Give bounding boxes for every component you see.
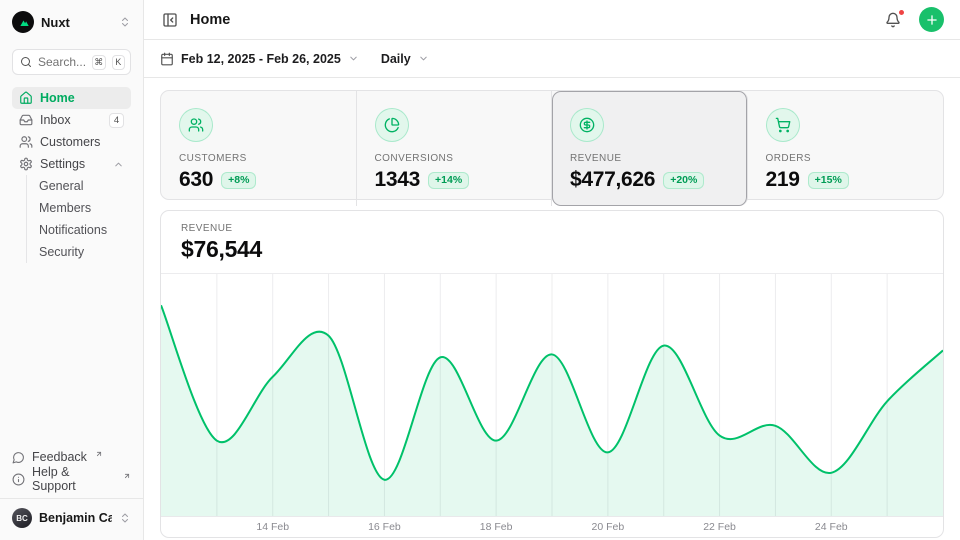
calendar-icon xyxy=(160,52,174,66)
message-circle-icon xyxy=(12,451,25,464)
sidebar-item-label: Settings xyxy=(40,157,106,171)
page-title: Home xyxy=(190,12,873,28)
delta-badge: +8% xyxy=(221,172,256,189)
revenue-chart-card: REVENUE $76,544 14 Feb 16 Feb 18 Feb 20 Feb… xyxy=(160,210,944,538)
filters-toolbar: Feb 12, 2025 - Feb 26, 2025 Daily xyxy=(144,40,960,78)
x-tick-label: 16 Feb xyxy=(368,521,401,533)
stat-card-customers[interactable]: CUSTOMERS 630 +8% xyxy=(161,91,357,206)
search-placeholder: Search... xyxy=(38,55,86,69)
inbox-icon xyxy=(19,113,33,127)
chart-metric-label: REVENUE xyxy=(181,223,923,234)
x-tick-label: 18 Feb xyxy=(480,521,513,533)
sidebar-footer: Feedback Help & Support BC Benjamin Cana… xyxy=(12,446,131,530)
inbox-count-badge: 4 xyxy=(109,113,124,128)
help-support-link[interactable]: Help & Support xyxy=(12,468,131,490)
chart-svg xyxy=(161,274,943,516)
stat-value: 1343 xyxy=(375,168,421,192)
notification-dot xyxy=(898,9,905,16)
nuxt-logo-icon xyxy=(12,11,34,33)
stat-label: CUSTOMERS xyxy=(179,153,338,164)
sidebar-item-label: Inbox xyxy=(40,113,102,127)
user-name: Benjamin Canac xyxy=(39,511,112,525)
help-support-label: Help & Support xyxy=(32,465,115,493)
sidebar-item-notifications[interactable]: Notifications xyxy=(39,219,131,241)
sidebar-nav: Home Inbox 4 Customers Settings xyxy=(12,87,131,263)
sidebar-item-label: Home xyxy=(40,91,124,105)
collapse-sidebar-button[interactable] xyxy=(160,10,180,30)
stat-value: 219 xyxy=(766,168,800,192)
chevrons-up-down-icon xyxy=(119,16,131,28)
delta-badge: +14% xyxy=(428,172,469,189)
stat-value: $477,626 xyxy=(570,168,655,192)
sub-item-label: Members xyxy=(39,201,91,215)
sidebar-item-security[interactable]: Security xyxy=(39,241,131,263)
kbd-meta: ⌘ xyxy=(92,55,105,70)
users-icon xyxy=(19,135,33,149)
shopping-cart-icon xyxy=(766,108,800,142)
sidebar-item-customers[interactable]: Customers xyxy=(12,131,131,153)
gear-icon xyxy=(19,157,33,171)
house-icon xyxy=(19,91,33,105)
search-input[interactable]: Search... ⌘ K xyxy=(12,49,131,75)
sidebar-item-inbox[interactable]: Inbox 4 xyxy=(12,109,131,131)
date-range-picker[interactable]: Feb 12, 2025 - Feb 26, 2025 xyxy=(160,52,359,66)
panel-left-close-icon xyxy=(162,12,178,28)
stats-row: CUSTOMERS 630 +8% CONVERSIONS 1343 +14% xyxy=(160,90,944,200)
app-window: Nuxt Search... ⌘ K Home xyxy=(0,0,960,540)
revenue-area-chart[interactable] xyxy=(161,274,943,516)
plus-icon xyxy=(925,13,939,27)
chart-x-axis: 14 Feb 16 Feb 18 Feb 20 Feb 22 Feb 24 Feb xyxy=(161,516,943,537)
sidebar-item-members[interactable]: Members xyxy=(39,197,131,219)
user-menu[interactable]: BC Benjamin Canac xyxy=(0,498,143,530)
chevron-down-icon xyxy=(348,53,359,64)
feedback-label: Feedback xyxy=(32,450,87,464)
settings-subnav: General Members Notifications Security xyxy=(26,175,131,263)
sidebar-item-label: Customers xyxy=(40,135,124,149)
stat-label: CONVERSIONS xyxy=(375,153,534,164)
stat-value: 630 xyxy=(179,168,213,192)
notifications-button[interactable] xyxy=(883,10,903,30)
sidebar-item-settings[interactable]: Settings xyxy=(12,153,131,175)
search-icon xyxy=(20,56,32,68)
chart-metric-value: $76,544 xyxy=(181,236,923,263)
x-tick-label: 24 Feb xyxy=(815,521,848,533)
external-link-icon xyxy=(95,450,103,458)
avatar: BC xyxy=(12,508,32,528)
stat-card-orders[interactable]: ORDERS 219 +15% xyxy=(748,91,944,206)
add-button[interactable] xyxy=(919,7,944,32)
x-tick-label: 14 Feb xyxy=(256,521,289,533)
sub-item-label: Notifications xyxy=(39,223,107,237)
circle-dollar-icon xyxy=(570,108,604,142)
dashboard-content: CUSTOMERS 630 +8% CONVERSIONS 1343 +14% xyxy=(144,78,960,540)
workspace-name: Nuxt xyxy=(41,15,112,30)
stat-label: ORDERS xyxy=(766,153,926,164)
granularity-label: Daily xyxy=(381,52,411,66)
users-icon xyxy=(179,108,213,142)
stat-label: REVENUE xyxy=(570,153,729,164)
page-header: Home xyxy=(144,0,960,40)
info-icon xyxy=(12,473,25,486)
external-link-icon xyxy=(123,472,131,480)
sidebar-item-home[interactable]: Home xyxy=(12,87,131,109)
chart-header: REVENUE $76,544 xyxy=(161,211,943,274)
x-tick-label: 22 Feb xyxy=(703,521,736,533)
delta-badge: +15% xyxy=(808,172,849,189)
sidebar-item-general[interactable]: General xyxy=(39,175,131,197)
chevrons-up-down-icon xyxy=(119,512,131,524)
granularity-select[interactable]: Daily xyxy=(381,52,429,66)
stat-card-conversions[interactable]: CONVERSIONS 1343 +14% xyxy=(357,91,553,206)
stat-card-revenue[interactable]: REVENUE $477,626 +20% xyxy=(552,91,748,206)
kbd-key: K xyxy=(112,55,125,70)
chevron-up-icon xyxy=(113,159,124,170)
main-area: Home Feb 12, 2025 - Feb 26, 2025 xyxy=(144,0,960,540)
sub-item-label: Security xyxy=(39,245,84,259)
chart-pie-icon xyxy=(375,108,409,142)
sidebar: Nuxt Search... ⌘ K Home xyxy=(0,0,144,540)
sub-item-label: General xyxy=(39,179,83,193)
delta-badge: +20% xyxy=(663,172,704,189)
date-range-label: Feb 12, 2025 - Feb 26, 2025 xyxy=(181,52,341,66)
x-tick-label: 20 Feb xyxy=(591,521,624,533)
workspace-switcher[interactable]: Nuxt xyxy=(12,10,131,34)
chevron-down-icon xyxy=(418,53,429,64)
